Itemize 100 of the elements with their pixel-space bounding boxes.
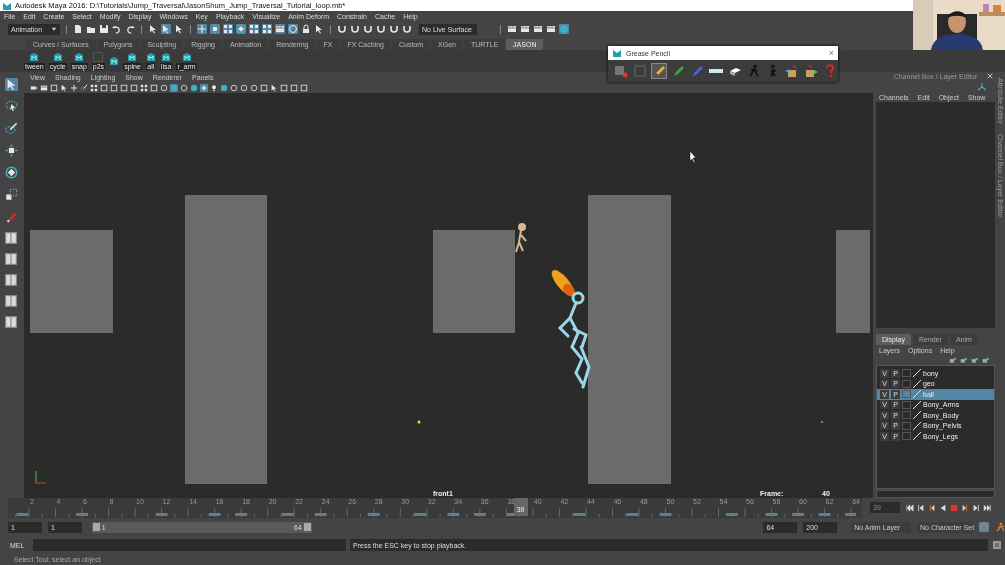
circle-icon[interactable] [160,84,168,92]
circle-icon[interactable] [288,24,298,34]
skip-to-start-icon[interactable] [906,504,914,512]
square-icon[interactable] [260,84,268,92]
film-icon[interactable] [533,24,543,34]
next-key-icon[interactable] [961,504,969,512]
film-icon[interactable] [520,24,530,34]
color-swatch-icon[interactable] [913,390,921,399]
square-icon[interactable] [300,84,308,92]
square-icon[interactable] [50,84,58,92]
arrow-icon[interactable] [314,24,324,34]
magnet-icon[interactable] [389,24,399,34]
shelf-script-icon[interactable] [29,52,40,62]
running-figure-icon[interactable] [995,522,1005,532]
color-swatch-icon[interactable] [913,411,921,420]
box-icon[interactable] [785,64,799,78]
film-icon[interactable] [507,24,517,34]
redo-icon[interactable] [125,24,135,34]
brush-icon[interactable] [80,84,88,92]
color-swatch-icon[interactable] [913,432,921,441]
box-icon[interactable] [804,64,818,78]
previous-key-icon[interactable] [928,504,936,512]
layout-icon[interactable] [5,295,17,307]
square-icon[interactable] [120,84,128,92]
circle-icon[interactable] [240,84,248,92]
brush-icon[interactable] [4,122,18,135]
square-icon[interactable] [150,84,158,92]
axes-icon[interactable] [977,81,987,92]
color-swatch-icon[interactable] [913,400,921,409]
square-icon[interactable] [110,84,118,92]
sphere-icon[interactable] [220,84,228,92]
grid-icon[interactable] [140,84,148,92]
shelf-script-icon[interactable] [145,52,156,62]
undo-icon[interactable] [112,24,122,34]
close-icon[interactable] [987,73,993,79]
lock-icon[interactable] [301,24,311,34]
camera-icon[interactable] [30,84,38,92]
move-icon[interactable] [210,24,220,34]
rotate-icon[interactable] [4,166,18,179]
grid-icon[interactable] [262,24,272,34]
arrow-icon[interactable] [161,24,171,34]
script-editor-icon[interactable] [992,540,1002,550]
marker-icon[interactable] [671,64,685,78]
scale-icon[interactable] [4,188,18,201]
magnet-icon[interactable] [350,24,360,34]
magnet-icon[interactable] [402,24,412,34]
layout-icon[interactable] [5,274,17,286]
shelf-script-icon[interactable] [127,52,138,62]
arrow-icon[interactable] [60,84,68,92]
play-backward-icon[interactable] [939,504,947,512]
arrow-icon[interactable] [270,84,278,92]
key-icon[interactable] [979,522,990,532]
shelf-script-icon[interactable] [74,52,85,62]
light-icon[interactable] [210,84,218,92]
grid-icon[interactable] [223,24,233,34]
square-icon[interactable] [290,84,298,92]
step-back-icon[interactable] [917,504,925,512]
command-input[interactable] [33,539,346,551]
step-forward-icon[interactable] [972,504,980,512]
folder-icon[interactable] [86,24,96,34]
lasso-icon[interactable] [4,100,18,113]
layer-action-icon[interactable] [949,356,956,364]
shelf-script-icon[interactable] [161,52,172,62]
magnet-icon[interactable] [363,24,373,34]
layer-action-icon[interactable] [982,356,989,364]
color-swatch-icon[interactable] [913,379,921,388]
sphere-icon[interactable] [190,84,198,92]
color-swatch-icon[interactable] [913,421,921,430]
magnet-icon[interactable] [376,24,386,34]
pencil-icon[interactable] [652,64,666,78]
film-icon[interactable] [546,24,556,34]
layout-icon[interactable] [5,253,17,265]
file-icon[interactable] [73,24,83,34]
shelf-script-icon[interactable] [109,56,120,66]
square-icon[interactable] [280,84,288,92]
frame-plus-icon[interactable] [614,64,628,78]
move-icon[interactable] [4,144,18,157]
film-icon[interactable] [40,84,48,92]
layer-action-icon[interactable] [960,356,967,364]
layout-icon[interactable] [5,316,17,328]
circle-icon[interactable] [180,84,188,92]
rotate-icon[interactable] [236,24,246,34]
arrow-icon[interactable] [4,78,18,91]
magnet-icon[interactable] [337,24,347,34]
close-button[interactable]: × [828,48,834,58]
layer-action-icon[interactable] [971,356,978,364]
arrow-icon[interactable] [174,24,184,34]
cross-icon[interactable] [197,24,207,34]
horizontal-scrollbar[interactable] [876,490,995,498]
move-icon[interactable] [200,84,208,92]
skip-to-end-icon[interactable] [983,504,991,512]
layout-icon[interactable] [5,232,17,244]
circle-icon[interactable] [230,84,238,92]
circle-icon[interactable] [250,84,258,92]
grid-icon[interactable] [249,24,259,34]
square-icon[interactable] [130,84,138,92]
arrow-icon[interactable] [148,24,158,34]
film-icon[interactable] [275,24,285,34]
paint-icon[interactable] [4,210,18,223]
cross-icon[interactable] [70,84,78,92]
